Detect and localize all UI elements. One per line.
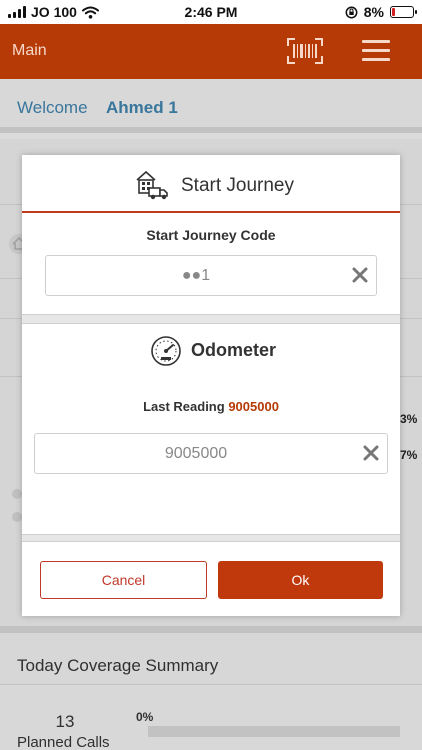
section-divider	[22, 314, 400, 324]
cancel-button[interactable]: Cancel	[40, 561, 207, 599]
ok-button[interactable]: Ok	[218, 561, 383, 599]
journey-code-label: Start Journey Code	[146, 227, 276, 243]
header-title: Main	[12, 42, 47, 59]
last-reading-value: 9005000	[228, 399, 279, 414]
section-divider	[22, 534, 400, 542]
clear-icon[interactable]	[351, 266, 369, 284]
journey-code-field[interactable]: ●●1	[45, 255, 377, 296]
truck-building-icon	[136, 170, 168, 200]
start-journey-dialog: Start Journey Start Journey Code ●●1 Odo…	[22, 155, 400, 616]
status-right: 8%	[345, 4, 417, 20]
status-bar: JO 100 2:46 PM 8%	[0, 0, 422, 24]
odometer-value: 9005000	[164, 445, 228, 462]
journey-code-value: ●●1	[181, 267, 211, 284]
clear-icon[interactable]	[362, 444, 380, 462]
last-reading-label: Last Reading	[143, 399, 225, 414]
menu-icon[interactable]	[362, 40, 390, 62]
odometer-field[interactable]: 9005000	[34, 433, 388, 474]
dialog-header: Start Journey	[22, 155, 400, 213]
lock-rotation-icon	[345, 6, 358, 18]
battery-label: 8%	[363, 4, 384, 20]
battery-icon	[390, 6, 417, 18]
barcode-scan-icon[interactable]	[287, 38, 323, 64]
odometer-title: Odometer	[191, 340, 277, 360]
app-header: Main	[0, 24, 422, 79]
dialog-title: Start Journey	[181, 175, 294, 196]
speedometer-icon	[151, 336, 181, 366]
last-reading: Last Reading 9005000	[22, 399, 400, 414]
